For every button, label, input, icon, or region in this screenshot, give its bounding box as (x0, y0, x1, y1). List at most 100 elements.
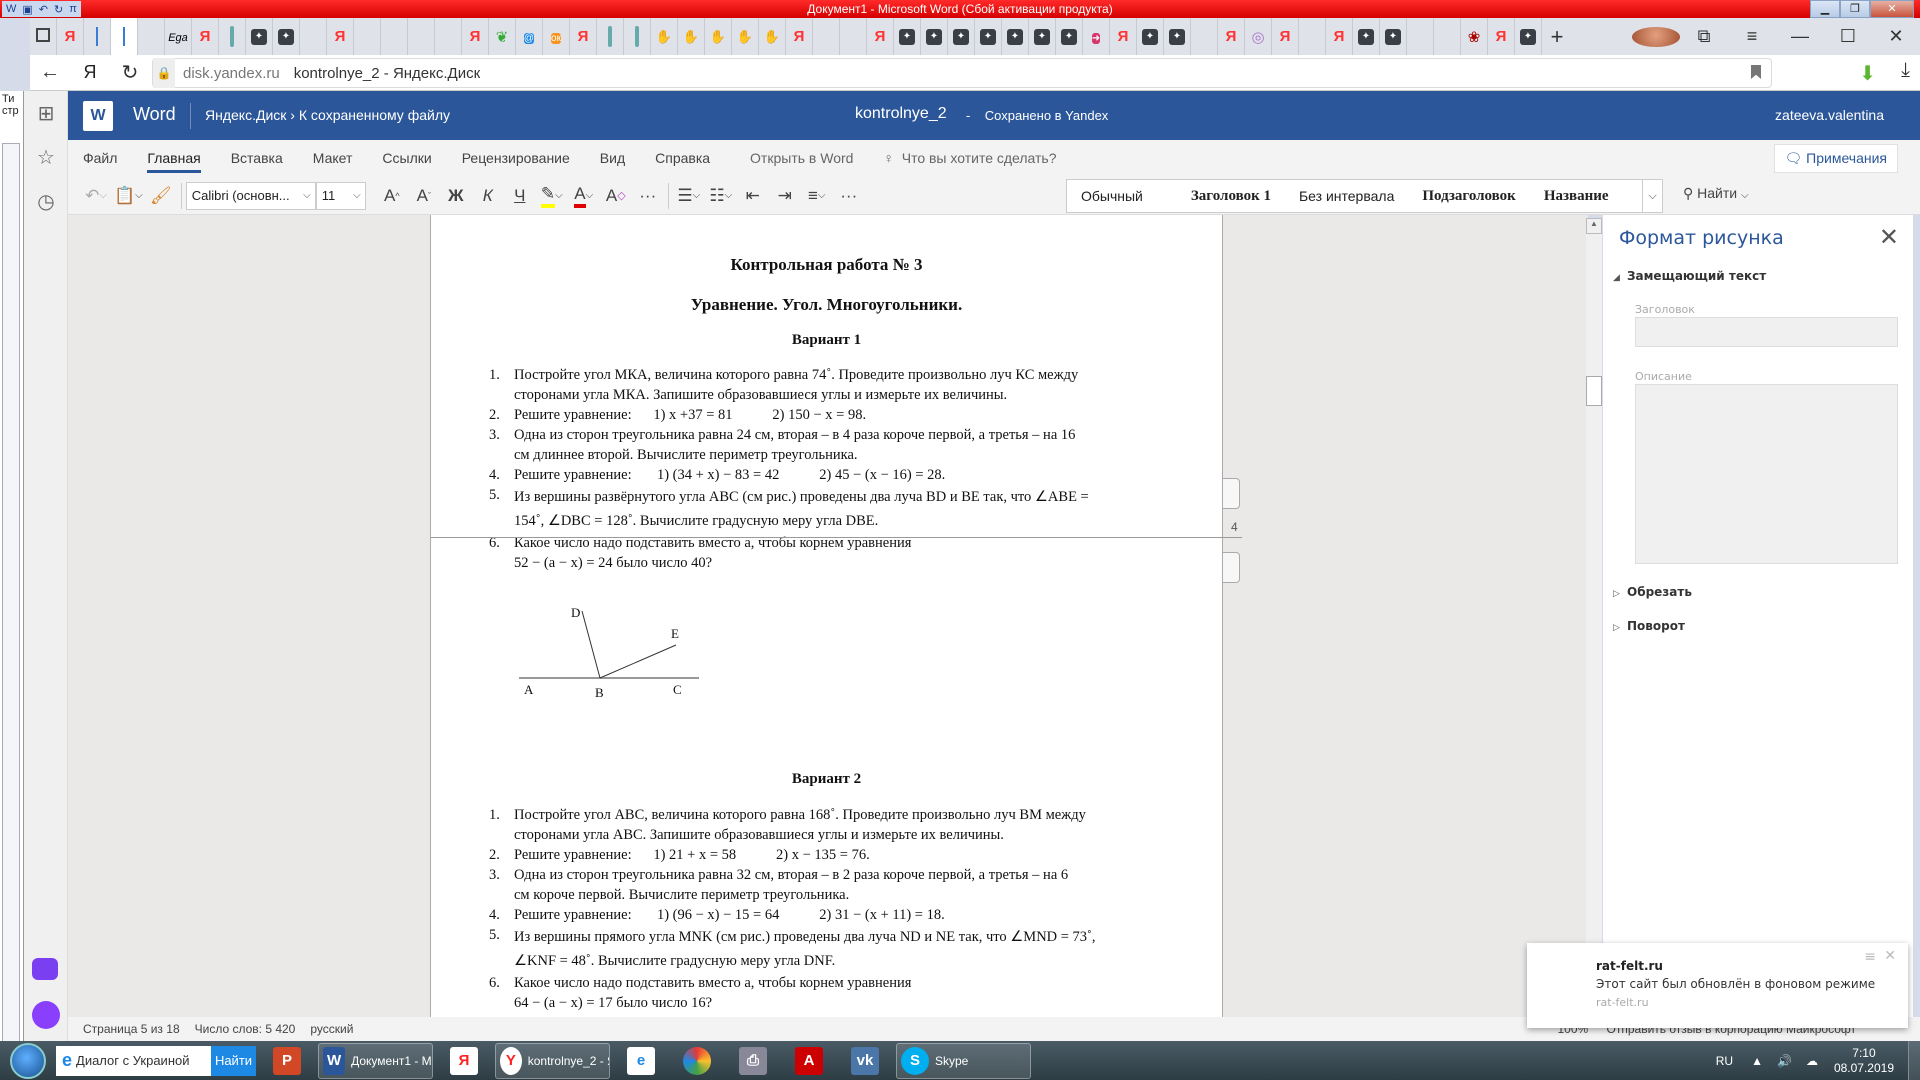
app-name[interactable]: Word (133, 104, 176, 125)
apps-grid-icon[interactable]: ⊞ (24, 91, 68, 135)
browser-tab[interactable]: Я (786, 18, 813, 55)
browser-tab[interactable] (138, 18, 165, 55)
browser-tab[interactable]: ✋ (759, 18, 786, 55)
restore-button[interactable]: ❐ (1840, 0, 1870, 18)
page-nav-tab-next[interactable] (1223, 552, 1240, 583)
favorites-star-icon[interactable]: ☆ (24, 135, 68, 179)
open-in-word-button[interactable]: Открыть в Word (735, 140, 868, 177)
browser-tab[interactable]: ✦ (894, 18, 921, 55)
taskbar-search-button[interactable]: Найти (211, 1045, 256, 1076)
tab-home[interactable]: Главная (132, 140, 215, 177)
browser-tab[interactable] (1434, 18, 1461, 55)
browser-tab[interactable]: ✦ (1164, 18, 1191, 55)
browser-tab[interactable]: Я (192, 18, 219, 55)
document-page[interactable]: Контрольная работа № 3 Уравнение. Угол. … (430, 215, 1242, 1017)
browser-tab[interactable]: Я (570, 18, 597, 55)
google-chrome-like-taskbar-icon[interactable] (672, 1043, 722, 1079)
browser-tab[interactable]: ✦ (1137, 18, 1164, 55)
profile-avatar[interactable] (1632, 26, 1680, 47)
style-no-spacing[interactable]: Без интервала (1285, 188, 1408, 204)
yandex-home-icon[interactable]: Я (70, 62, 110, 83)
comments-button[interactable]: 🗨 Примечания (1773, 144, 1898, 173)
numbering-button[interactable]: ☷ ⌵ (707, 181, 735, 211)
notification-close-icon[interactable]: ✕ (1884, 948, 1896, 964)
browser-tab[interactable]: Я (1218, 18, 1245, 55)
clear-formatting-button[interactable]: A ◇ (602, 181, 630, 211)
alice-chat-icon[interactable] (32, 958, 58, 980)
shrink-font-button[interactable]: Aˇ (410, 181, 438, 211)
browser-tab[interactable]: ✦ (975, 18, 1002, 55)
bookmark-icon[interactable] (1751, 65, 1761, 79)
browser-tab[interactable] (597, 18, 624, 55)
taskbar-window-word[interactable]: W Документ1 - Micr... (318, 1042, 433, 1079)
tab-insert[interactable]: Вставка (216, 140, 298, 177)
browser-tab[interactable]: ✦ (1353, 18, 1380, 55)
close-button[interactable]: ✕ (1870, 0, 1914, 18)
browser-tab[interactable]: Ega (165, 18, 192, 55)
collections-icon[interactable]: ⧉ (1680, 26, 1728, 47)
browser-tab[interactable]: Я (57, 18, 84, 55)
bold-button[interactable]: Ж (442, 181, 470, 211)
find-button[interactable]: ⚲ Найти ⌵ (1683, 185, 1749, 202)
url-field[interactable]: 🔒 disk.yandex.ru kontrolnye_2 - Яндекс.Д… (152, 58, 1772, 88)
tell-me-box[interactable]: ♀ Что вы хотите сделать? (868, 140, 1071, 177)
increase-indent-button[interactable]: ⇥ (771, 181, 799, 211)
network-icon[interactable]: ☁ (1806, 1054, 1818, 1068)
scroll-up-icon[interactable]: ▲ (1586, 218, 1602, 234)
tab-references[interactable]: Ссылки (367, 140, 446, 177)
volume-icon[interactable]: 🔊 (1777, 1054, 1792, 1068)
close-pane-icon[interactable]: ✕ (1879, 223, 1899, 251)
align-button[interactable]: ≡ ⌵ (803, 181, 831, 211)
rotate-section[interactable]: ▷ Поворот (1613, 619, 1685, 633)
browser-tab[interactable] (624, 18, 651, 55)
browser-tab[interactable] (300, 18, 327, 55)
notification-menu-icon[interactable]: ≡ (1864, 949, 1876, 965)
font-color-button[interactable]: A ⌵ (570, 181, 598, 211)
browser-tab[interactable] (84, 18, 111, 55)
document-name[interactable]: kontrolnye_2 (855, 105, 947, 123)
reload-icon[interactable]: ↻ (110, 60, 150, 85)
menu-icon[interactable]: ≡ (1728, 26, 1776, 47)
browser-tab[interactable]: ✦ (1380, 18, 1407, 55)
browser-tab[interactable] (30, 18, 57, 55)
browser-tab[interactable]: Я (1110, 18, 1137, 55)
alt-text-section[interactable]: ◢ Замещающий текст (1613, 269, 1766, 283)
browser-tab[interactable] (1407, 18, 1434, 55)
undo-button[interactable]: ↶ ⌵ (82, 181, 110, 211)
browser-tab[interactable] (435, 18, 462, 55)
highlight-button[interactable]: ✎ ⌵ (538, 181, 566, 211)
underline-button[interactable]: Ч (506, 181, 534, 211)
browser-tab[interactable]: @ (516, 18, 543, 55)
scanner-taskbar-icon[interactable]: ⎙ (728, 1043, 778, 1079)
style-subtitle[interactable]: Подзаголовок (1408, 188, 1529, 205)
new-tab-button[interactable]: + (1542, 24, 1572, 50)
alt-title-input[interactable] (1635, 317, 1898, 347)
tab-layout[interactable]: Макет (298, 140, 368, 177)
browser-tab[interactable] (813, 18, 840, 55)
alice-assistant-icon[interactable] (32, 1001, 60, 1029)
browser-tab[interactable]: ➜ (1083, 18, 1110, 55)
browser-tab[interactable] (408, 18, 435, 55)
start-button[interactable] (10, 1042, 46, 1079)
download-manager-icon[interactable]: ⬇ (1859, 61, 1876, 86)
browser-minimize-button[interactable]: — (1776, 26, 1824, 47)
browser-tab[interactable]: ✋ (705, 18, 732, 55)
format-painter-button[interactable]: 🖌 (147, 181, 175, 211)
taskbar-window-browser[interactable]: Ykontrolnye_2 - Ян... (495, 1042, 610, 1079)
style-normal[interactable]: Обычный (1067, 188, 1157, 204)
browser-tab[interactable]: Я (1326, 18, 1353, 55)
word-logo-icon[interactable]: W (83, 101, 113, 131)
document-scrollbar[interactable]: ▲ (1586, 218, 1602, 1016)
browser-tab[interactable]: ✦ (1056, 18, 1083, 55)
tab-view[interactable]: Вид (585, 140, 640, 177)
powerpoint-taskbar-icon[interactable]: P (262, 1043, 312, 1079)
back-icon[interactable]: ← (30, 61, 70, 84)
yandex-taskbar-icon[interactable]: Я (439, 1043, 489, 1079)
browser-tab[interactable]: Я (1272, 18, 1299, 55)
browser-tab[interactable]: ◎ (1245, 18, 1272, 55)
browser-tab[interactable] (1191, 18, 1218, 55)
browser-tab[interactable]: ❀ (1461, 18, 1488, 55)
grow-font-button[interactable]: A ^ (378, 181, 406, 211)
taskbar-window-skype[interactable]: S Skype (896, 1042, 1031, 1079)
page-nav-tab-prev[interactable] (1223, 478, 1240, 509)
